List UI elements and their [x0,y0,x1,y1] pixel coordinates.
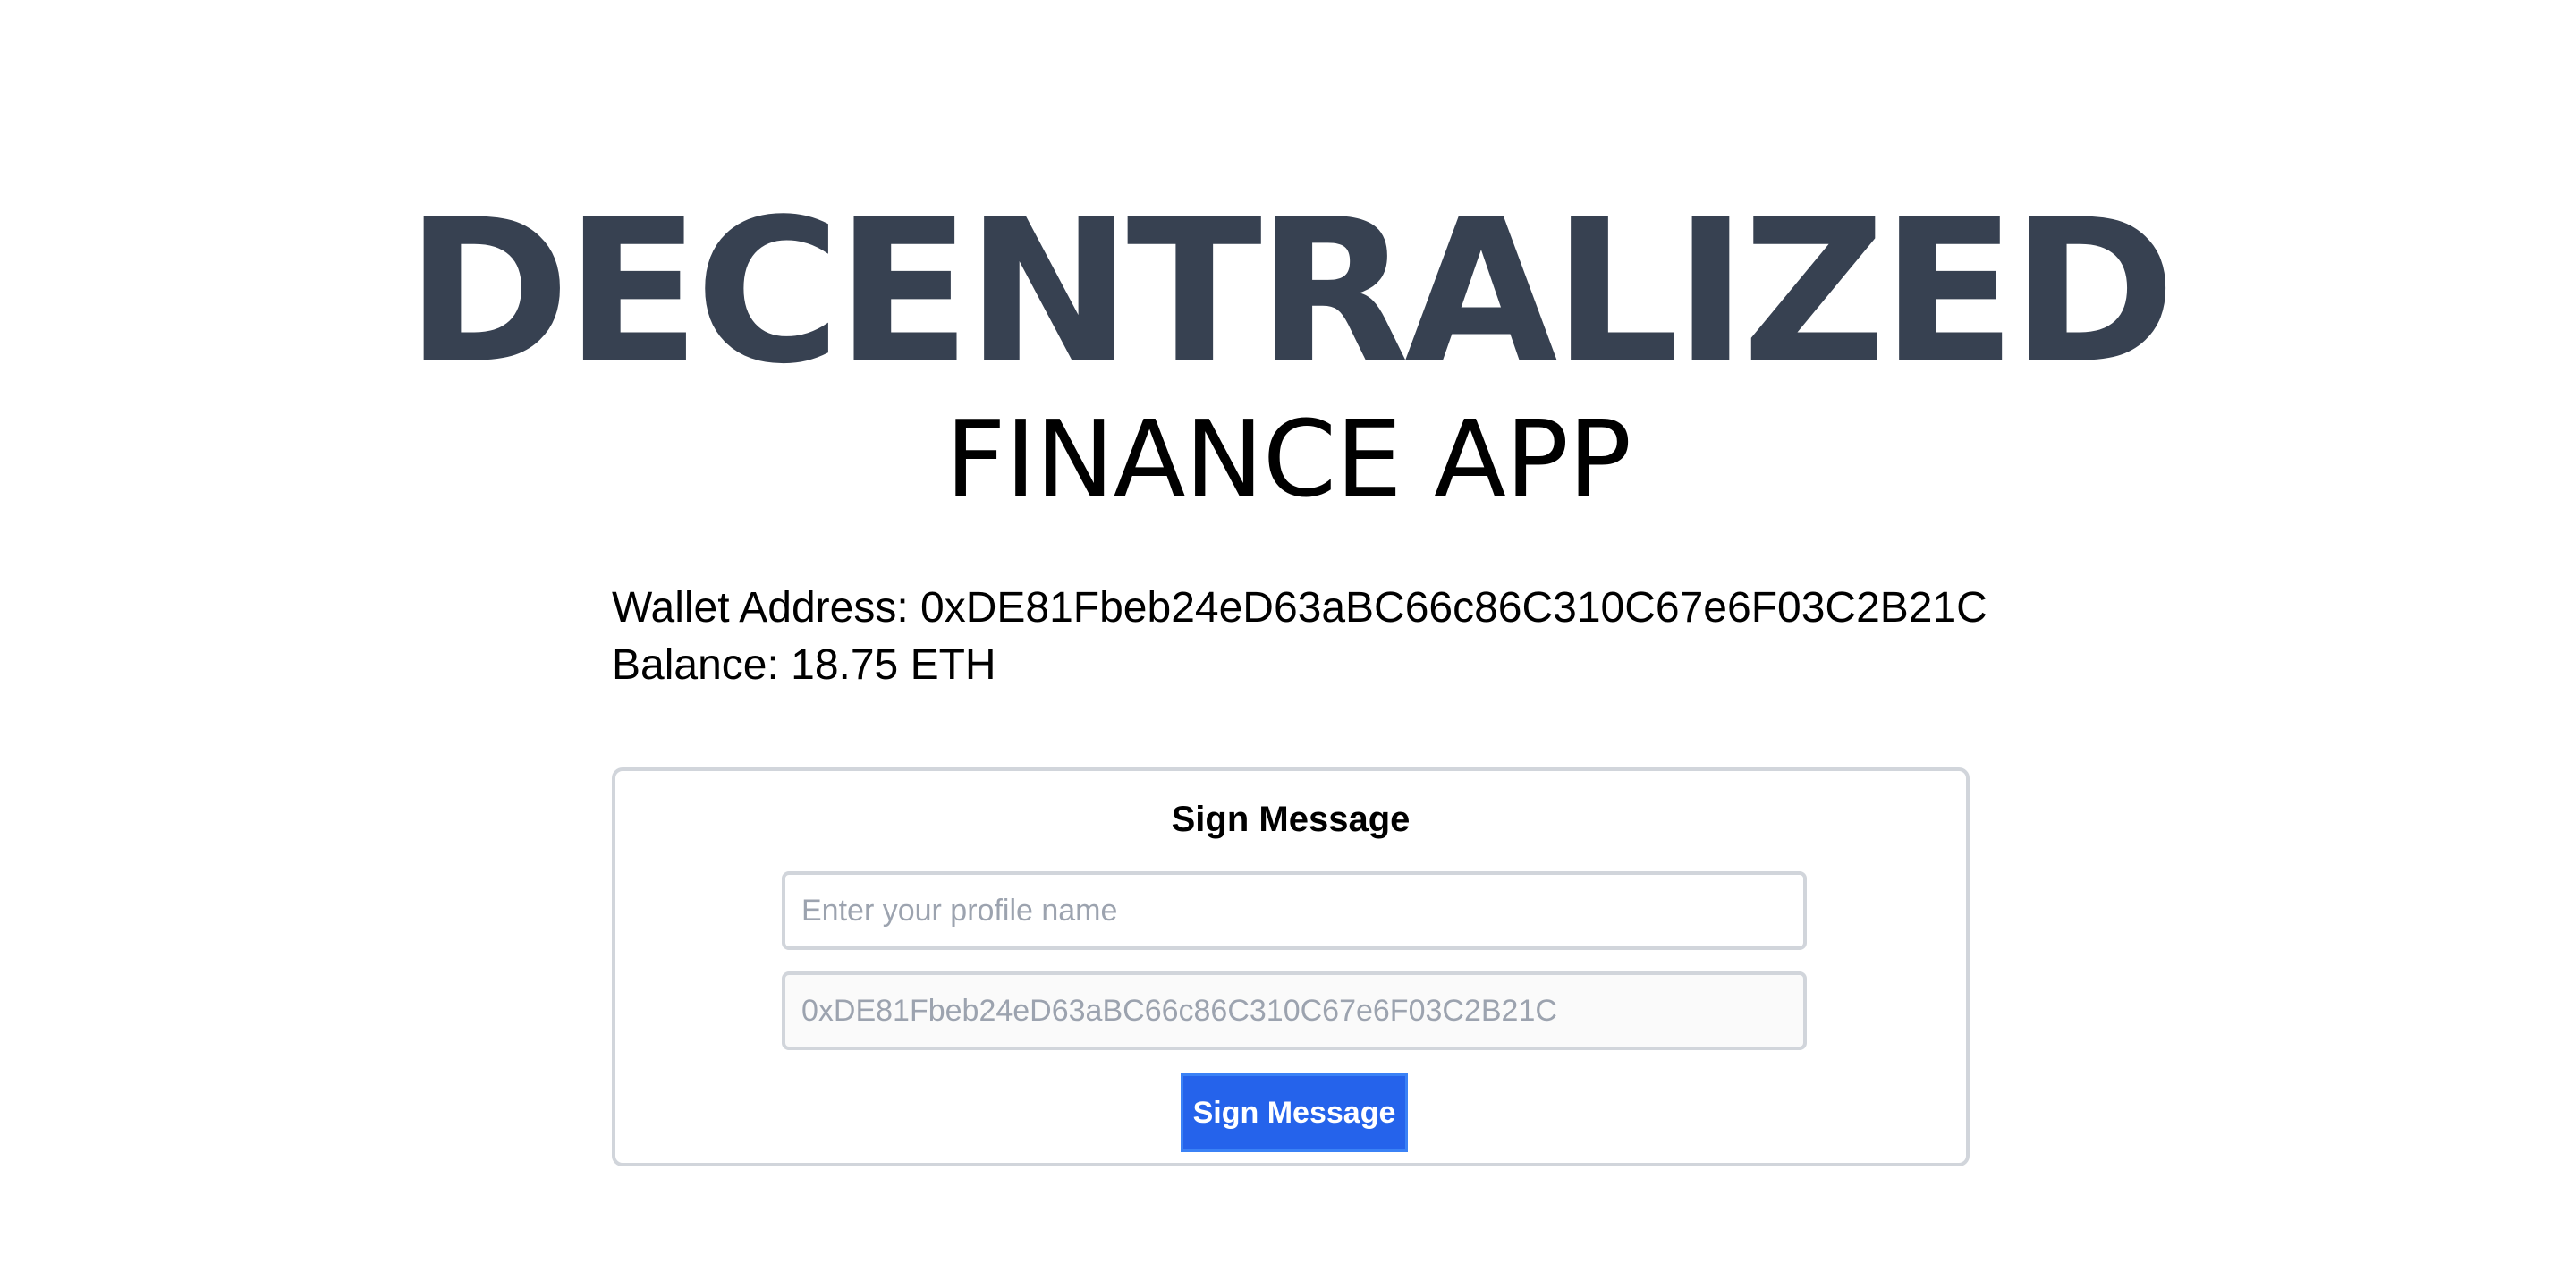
app-title: DECENTRALIZED [405,177,2175,408]
wallet-info: Wallet Address: 0xDE81Fbeb24eD63aBC66c86… [612,580,1987,694]
page: DECENTRALIZED FINANCE APP Wallet Address… [0,0,2576,1272]
balance-text: Balance: 18.75 ETH [612,641,996,689]
sign-message-card: Sign Message Sign Message [612,767,1970,1166]
wallet-address-text: Wallet Address: 0xDE81Fbeb24eD63aBC66c86… [612,584,1987,632]
sign-message-button[interactable]: Sign Message [1181,1073,1408,1152]
app-subtitle: FINANCE APP [945,397,1631,521]
wallet-address-input[interactable] [782,971,1807,1050]
sign-message-heading: Sign Message [1171,800,1411,839]
profile-name-input[interactable] [782,871,1807,950]
